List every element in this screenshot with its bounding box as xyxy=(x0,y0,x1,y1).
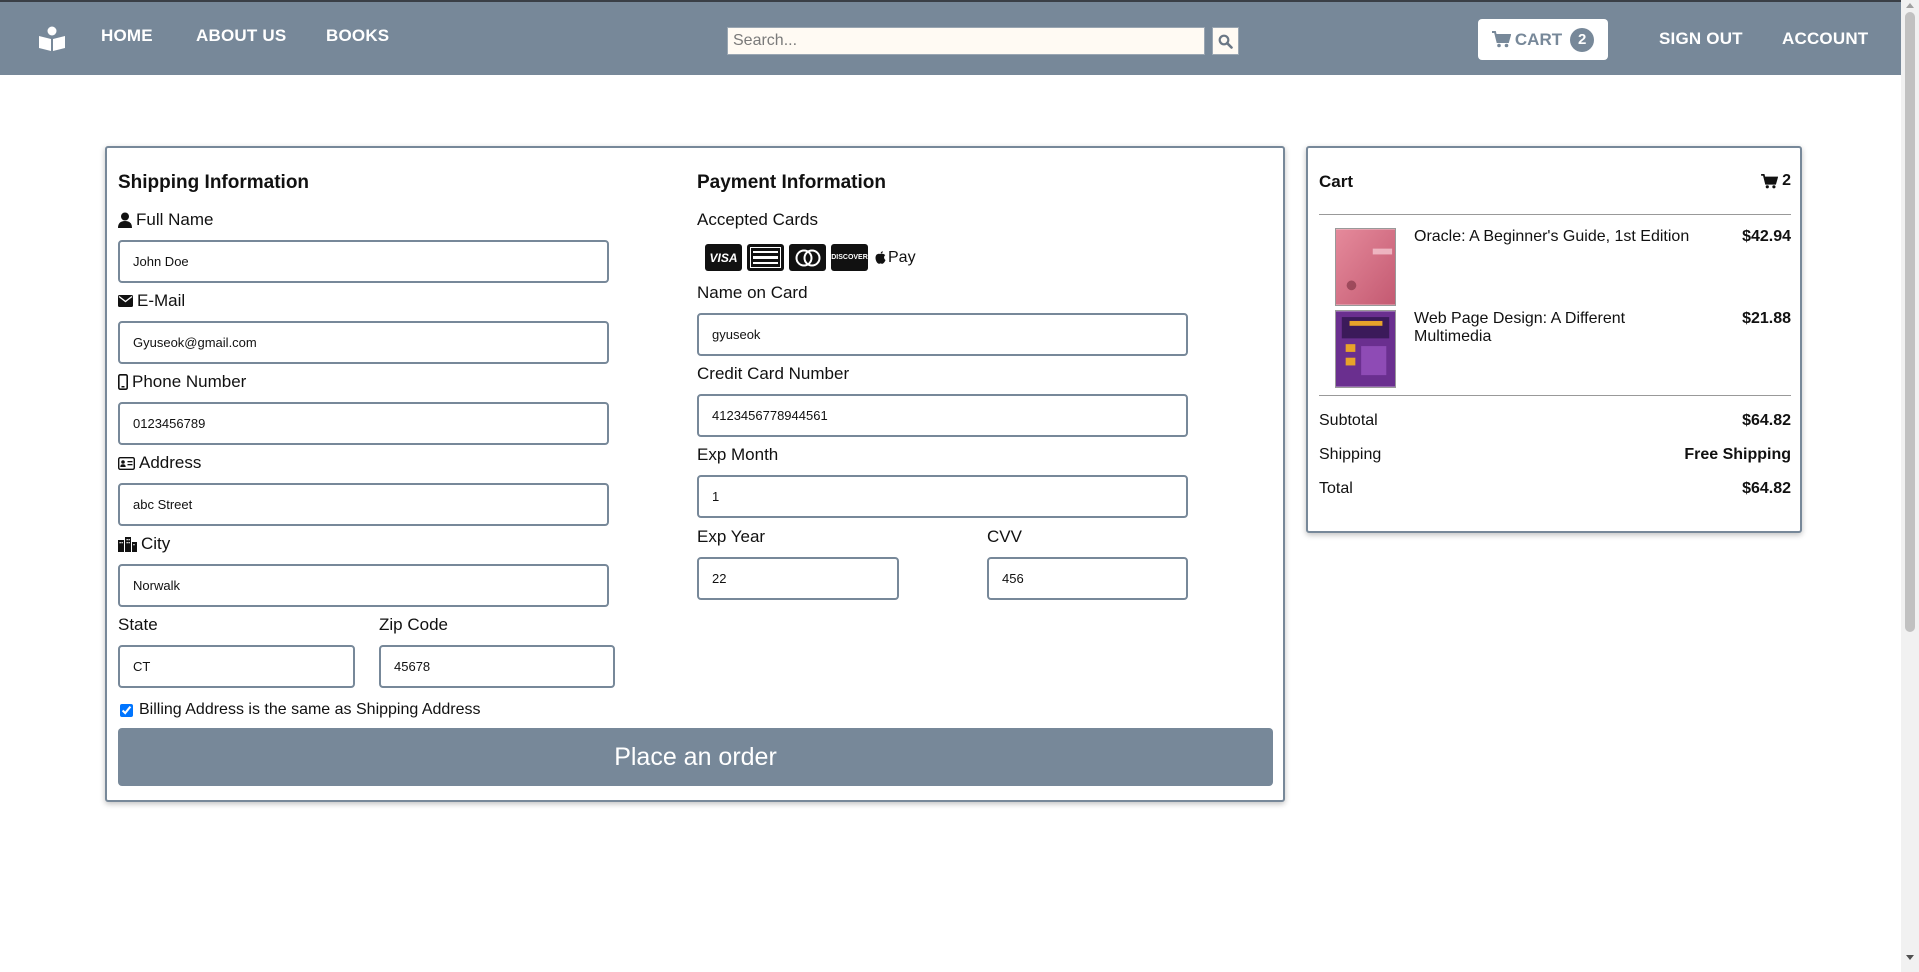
amex-card-icon xyxy=(747,244,784,271)
account-link[interactable]: ACCOUNT xyxy=(1782,29,1868,49)
nav-books-link[interactable]: BOOKS xyxy=(326,26,389,46)
shipping-label: Shipping xyxy=(1319,446,1382,463)
email-label: E-Mail xyxy=(118,291,185,311)
cart-item-price: $21.88 xyxy=(1742,310,1791,327)
card-number-label: Credit Card Number xyxy=(697,364,850,383)
apple-pay-icon: Pay xyxy=(875,249,916,267)
envelope-icon xyxy=(118,295,133,307)
total-value: $64.82 xyxy=(1742,480,1791,497)
billing-same-label: Billing Address is the same as Shipping … xyxy=(139,701,481,718)
search-input[interactable] xyxy=(727,27,1205,55)
city-buildings-icon xyxy=(118,536,137,552)
cart-divider xyxy=(1319,214,1791,215)
address-label: Address xyxy=(118,453,201,473)
scroll-up-arrow-icon[interactable] xyxy=(1906,3,1914,8)
accepted-cards-label: Accepted Cards xyxy=(697,210,818,229)
billing-same-checkbox-row[interactable]: Billing Address is the same as Shipping … xyxy=(120,701,481,719)
state-label: State xyxy=(118,615,158,634)
state-field[interactable] xyxy=(118,645,355,688)
exp-month-label: Exp Month xyxy=(697,445,779,464)
cart-button[interactable]: CART 2 xyxy=(1478,19,1608,60)
cvv-label: CVV xyxy=(987,527,1022,546)
total-label: Total xyxy=(1319,480,1353,497)
cart-item-title[interactable]: Oracle: A Beginner's Guide, 1st Edition xyxy=(1414,228,1714,246)
search-button[interactable] xyxy=(1212,27,1239,55)
phone-field[interactable] xyxy=(118,402,609,445)
user-icon xyxy=(118,212,132,228)
cart-summary-panel: Cart 2 Oracle: A Beginner's Guide, 1st E… xyxy=(1306,146,1802,533)
city-label: City xyxy=(118,534,170,554)
book-cover-oracle-image[interactable] xyxy=(1335,228,1396,306)
cart-button-label: CART xyxy=(1514,29,1563,49)
city-field[interactable] xyxy=(118,564,609,607)
billing-same-checkbox[interactable] xyxy=(120,703,133,717)
exp-year-field[interactable] xyxy=(697,557,899,600)
full-name-field[interactable] xyxy=(118,240,609,283)
cart-summary-count: 2 xyxy=(1761,172,1791,190)
exp-year-label: Exp Year xyxy=(697,527,766,546)
nav-about-link[interactable]: ABOUT US xyxy=(196,26,286,46)
visa-card-icon: VISA xyxy=(705,244,742,271)
phone-label: Phone Number xyxy=(118,372,246,392)
exp-month-field[interactable] xyxy=(697,475,1188,518)
card-number-field[interactable] xyxy=(697,394,1188,437)
zip-field[interactable] xyxy=(379,645,615,688)
accepted-cards-row: VISA DISCOVER Pay xyxy=(705,244,916,271)
sign-out-link[interactable]: SIGN OUT xyxy=(1659,29,1743,49)
subtotal-label: Subtotal xyxy=(1319,412,1378,429)
top-navbar: HOME ABOUT US BOOKS CART 2 SIGN OUT ACCO… xyxy=(0,2,1901,75)
cart-count-badge: 2 xyxy=(1570,27,1595,52)
scrollbar-thumb[interactable] xyxy=(1905,12,1915,632)
full-name-label: Full Name xyxy=(118,210,213,230)
shopping-cart-icon xyxy=(1761,173,1779,188)
address-field[interactable] xyxy=(118,483,609,526)
nav-home-link[interactable]: HOME xyxy=(101,26,153,46)
cvv-field[interactable] xyxy=(987,557,1188,600)
book-cover-web-design-image[interactable] xyxy=(1335,310,1396,388)
address-card-icon xyxy=(118,456,135,470)
shopping-cart-icon xyxy=(1491,31,1511,48)
name-on-card-field[interactable] xyxy=(697,313,1188,356)
cart-item-price: $42.94 xyxy=(1742,228,1791,245)
search-icon xyxy=(1218,34,1233,49)
cart-item-title[interactable]: Web Page Design: A Different Multimedia xyxy=(1414,310,1654,346)
name-on-card-label: Name on Card xyxy=(697,283,808,302)
shipping-value: Free Shipping xyxy=(1684,446,1791,463)
cart-summary-title: Cart xyxy=(1319,172,1354,191)
payment-section-title: Payment Information xyxy=(697,172,886,193)
zip-label: Zip Code xyxy=(379,615,448,634)
shipping-section-title: Shipping Information xyxy=(118,172,310,193)
checkout-form-panel: Shipping Information Full Name E-Mail Ph… xyxy=(105,146,1285,802)
cart-divider xyxy=(1319,395,1791,396)
scroll-down-arrow-icon[interactable] xyxy=(1906,955,1914,960)
mobile-phone-icon xyxy=(118,374,128,390)
place-order-button[interactable]: Place an order xyxy=(118,728,1273,786)
discover-card-icon: DISCOVER xyxy=(831,244,868,271)
book-reader-logo-icon[interactable] xyxy=(38,26,66,52)
vertical-scrollbar[interactable] xyxy=(1901,0,1919,972)
subtotal-value: $64.82 xyxy=(1742,412,1791,429)
mastercard-icon xyxy=(789,244,826,271)
email-field[interactable] xyxy=(118,321,609,364)
